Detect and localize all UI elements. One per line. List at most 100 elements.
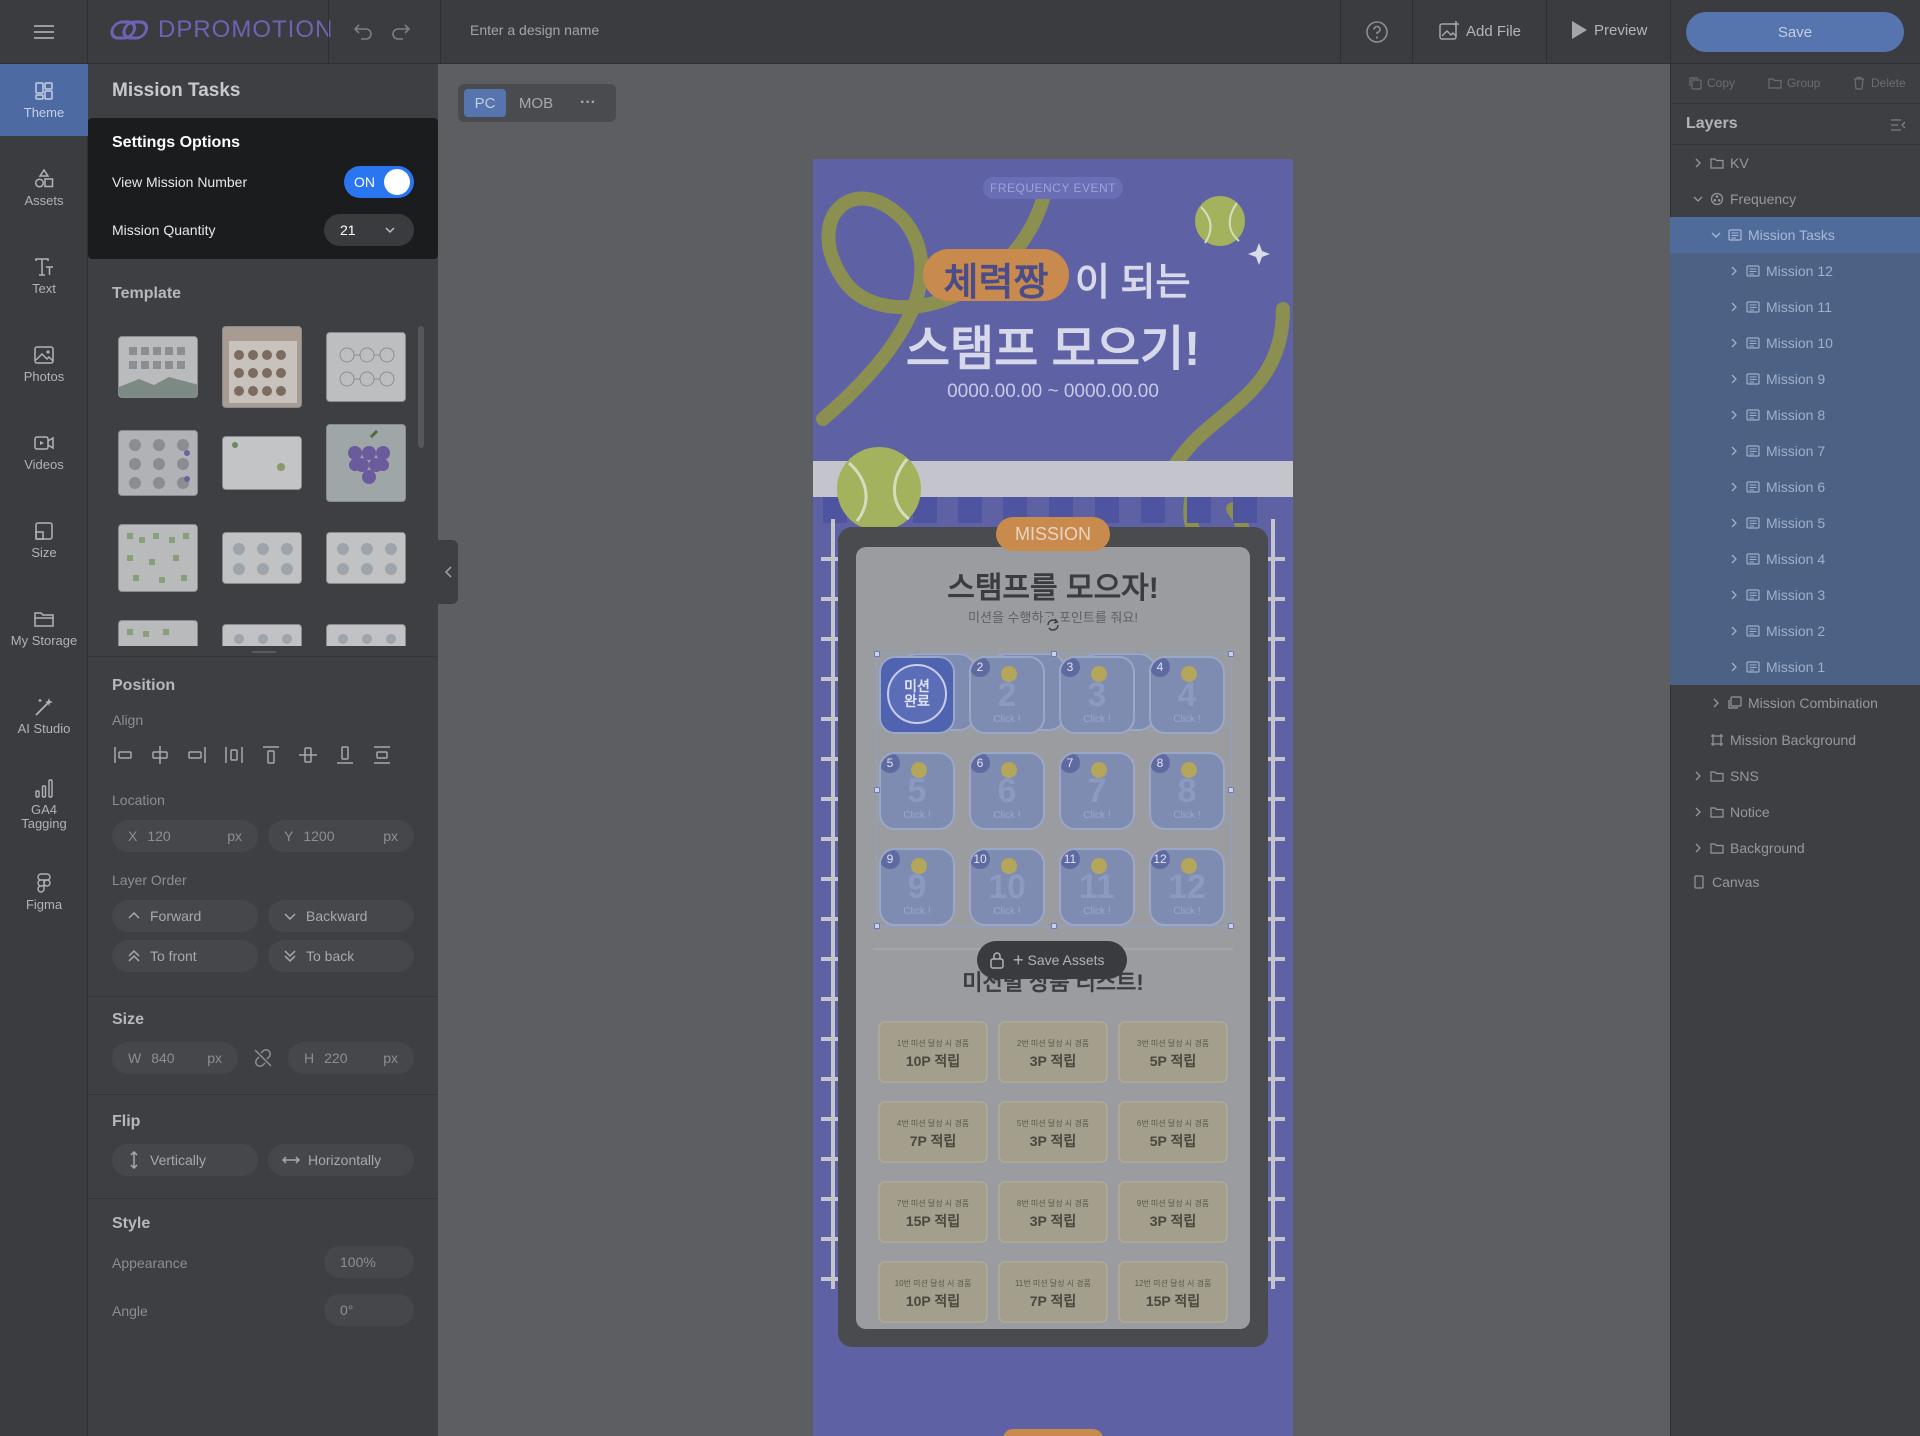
date-range[interactable]: 0000.00.00 ~ 0000.00.00	[813, 381, 1293, 403]
appearance-input[interactable]: 100%	[324, 1246, 414, 1278]
mission-cell[interactable]: 5 5 Click !	[879, 752, 955, 830]
mission-cell[interactable]: 7 7 Click !	[1059, 752, 1135, 830]
align-center-h-icon[interactable]	[149, 744, 171, 766]
hamburger-menu-button[interactable]	[0, 0, 88, 64]
align-middle-v-icon[interactable]	[297, 744, 319, 766]
chevron-right-icon[interactable]	[1728, 265, 1740, 277]
template-thumbnail[interactable]	[326, 424, 406, 502]
mission-grid-selection[interactable]: 미션 완료 2 2 Click ! 3 3 Click ! 4 4 Click ! 5 5 Click …	[874, 651, 1234, 929]
backward-button[interactable]: Backward	[268, 900, 414, 932]
event-badge[interactable]: FREQUENCY EVENT	[983, 177, 1123, 199]
reward-card[interactable]: 2번 미션 달성 시 경품 3P 적립	[999, 1022, 1107, 1082]
nav-item-ga4-tagging[interactable]: GA4 Tagging	[0, 768, 88, 840]
headline-line-2[interactable]: 스탬프 모으기!	[813, 309, 1293, 379]
chevron-right-icon[interactable]	[1728, 625, 1740, 637]
layer-item[interactable]: Mission 2	[1670, 613, 1920, 649]
mission-cell[interactable]: 미션 완료	[879, 656, 955, 734]
mission-cell[interactable]: 9 9 Click !	[879, 848, 955, 926]
layer-item[interactable]: Mission 10	[1670, 325, 1920, 361]
layer-item[interactable]: Mission 4	[1670, 541, 1920, 577]
mission-cell[interactable]: 2 2 Click !	[969, 656, 1045, 734]
design-canvas[interactable]: FREQUENCY EVENT 체력짱 이 되는 스탬프 모으기! 0000.0…	[813, 159, 1293, 1436]
chevron-right-icon[interactable]	[1692, 806, 1704, 818]
chevron-right-icon[interactable]	[1728, 517, 1740, 529]
collapse-all-icon[interactable]	[1890, 118, 1906, 132]
template-thumbnail[interactable]	[326, 332, 406, 402]
align-bottom-icon[interactable]	[334, 744, 356, 766]
template-thumbnail[interactable]	[118, 620, 198, 646]
layer-item[interactable]: Frequency	[1670, 181, 1920, 217]
save-assets-button[interactable]: + Save Assets	[977, 941, 1127, 979]
nav-item-ai-studio[interactable]: AI Studio	[0, 680, 88, 752]
redo-button[interactable]	[390, 20, 412, 42]
mission-cell[interactable]: 10 10 Click !	[969, 848, 1045, 926]
mission-cell[interactable]: 3 3 Click !	[1059, 656, 1135, 734]
layer-item[interactable]: Mission Background	[1670, 722, 1920, 758]
mission-cell[interactable]: 4 4 Click !	[1149, 656, 1225, 734]
angle-input[interactable]: 0°	[324, 1294, 414, 1326]
to-back-button[interactable]: To back	[268, 940, 414, 972]
chevron-right-icon[interactable]	[1728, 337, 1740, 349]
selection-handle[interactable]	[1051, 651, 1057, 657]
layer-item[interactable]: Background	[1670, 830, 1920, 866]
height-input[interactable]: H 220 px	[288, 1042, 414, 1074]
chevron-right-icon[interactable]	[1728, 589, 1740, 601]
nav-item-text[interactable]: Text	[0, 240, 88, 312]
align-top-icon[interactable]	[260, 744, 282, 766]
layer-item[interactable]: Notice	[1670, 794, 1920, 830]
chevron-down-icon[interactable]	[1710, 229, 1722, 241]
selection-handle[interactable]	[1228, 923, 1234, 929]
mission-quantity-select[interactable]: 21	[324, 214, 414, 246]
to-front-button[interactable]: To front	[112, 940, 258, 972]
rotate-handle-icon[interactable]	[1043, 615, 1063, 635]
nav-item-my-storage[interactable]: My Storage	[0, 592, 88, 664]
distribute-v-icon[interactable]	[371, 744, 393, 766]
template-thumbnail[interactable]	[118, 524, 198, 592]
template-scrollbar[interactable]	[418, 326, 424, 448]
y-input[interactable]: Y 1200 px	[268, 820, 414, 852]
tab-mob[interactable]: MOB	[514, 89, 558, 117]
design-name-input[interactable]: Enter a design name	[470, 22, 599, 38]
reward-card[interactable]: 9번 미션 달성 시 경품 3P 적립	[1119, 1182, 1227, 1242]
chevron-right-icon[interactable]	[1692, 770, 1704, 782]
template-thumbnail[interactable]	[222, 532, 302, 584]
mission-cell[interactable]: 6 6 Click !	[969, 752, 1045, 830]
x-input[interactable]: X 120 px	[112, 820, 258, 852]
chevron-down-icon[interactable]	[1692, 193, 1704, 205]
headline-highlight[interactable]: 체력짱	[923, 251, 1069, 306]
collapse-panel-button[interactable]	[438, 540, 458, 604]
template-thumbnail[interactable]	[326, 532, 406, 584]
reward-card[interactable]: 4번 미션 달성 시 경품 7P 적립	[879, 1102, 987, 1162]
reward-card[interactable]: 7번 미션 달성 시 경품 15P 적립	[879, 1182, 987, 1242]
layer-item[interactable]: Mission 6	[1670, 469, 1920, 505]
chevron-right-icon[interactable]	[1728, 409, 1740, 421]
template-thumbnail[interactable]	[118, 336, 198, 398]
layer-item[interactable]: Canvas	[1670, 864, 1920, 900]
unlink-icon[interactable]	[252, 1047, 274, 1069]
selection-handle[interactable]	[874, 651, 880, 657]
mission-cell[interactable]: 12 12 Click !	[1149, 848, 1225, 926]
reward-card[interactable]: 11번 미션 달성 시 경품 7P 적립	[999, 1262, 1107, 1322]
reward-card[interactable]: 8번 미션 달성 시 경품 3P 적립	[999, 1182, 1107, 1242]
tab-pc[interactable]: PC	[464, 89, 506, 117]
flip-horizontal-button[interactable]: Horizontally	[268, 1144, 414, 1176]
layer-item[interactable]: Mission 3	[1670, 577, 1920, 613]
layer-item[interactable]: Mission 8	[1670, 397, 1920, 433]
chevron-right-icon[interactable]	[1728, 553, 1740, 565]
more-options-button[interactable]: ···	[568, 89, 608, 117]
card-title[interactable]: 스탬프를 모으자!	[813, 563, 1293, 607]
forward-button[interactable]: Forward	[112, 900, 258, 932]
template-thumbnail[interactable]	[222, 624, 302, 646]
delete-button[interactable]: Delete	[1852, 76, 1906, 90]
chevron-right-icon[interactable]	[1728, 373, 1740, 385]
nav-item-figma[interactable]: Figma	[0, 856, 88, 928]
selection-handle[interactable]	[1228, 651, 1234, 657]
reward-card[interactable]: 12번 미션 달성 시 경품 15P 적립	[1119, 1262, 1227, 1322]
layer-item[interactable]: Mission Tasks	[1670, 217, 1920, 253]
chevron-right-icon[interactable]	[1728, 481, 1740, 493]
template-thumbnail[interactable]	[118, 430, 198, 496]
chevron-right-icon[interactable]	[1692, 842, 1704, 854]
flip-vertical-button[interactable]: Vertically	[112, 1144, 258, 1176]
template-thumbnail[interactable]	[222, 326, 302, 408]
align-left-icon[interactable]	[112, 744, 134, 766]
